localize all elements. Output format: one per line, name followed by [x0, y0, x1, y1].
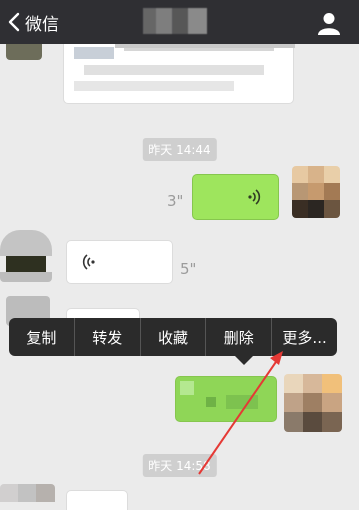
- annotation-arrow-icon: [198, 351, 283, 475]
